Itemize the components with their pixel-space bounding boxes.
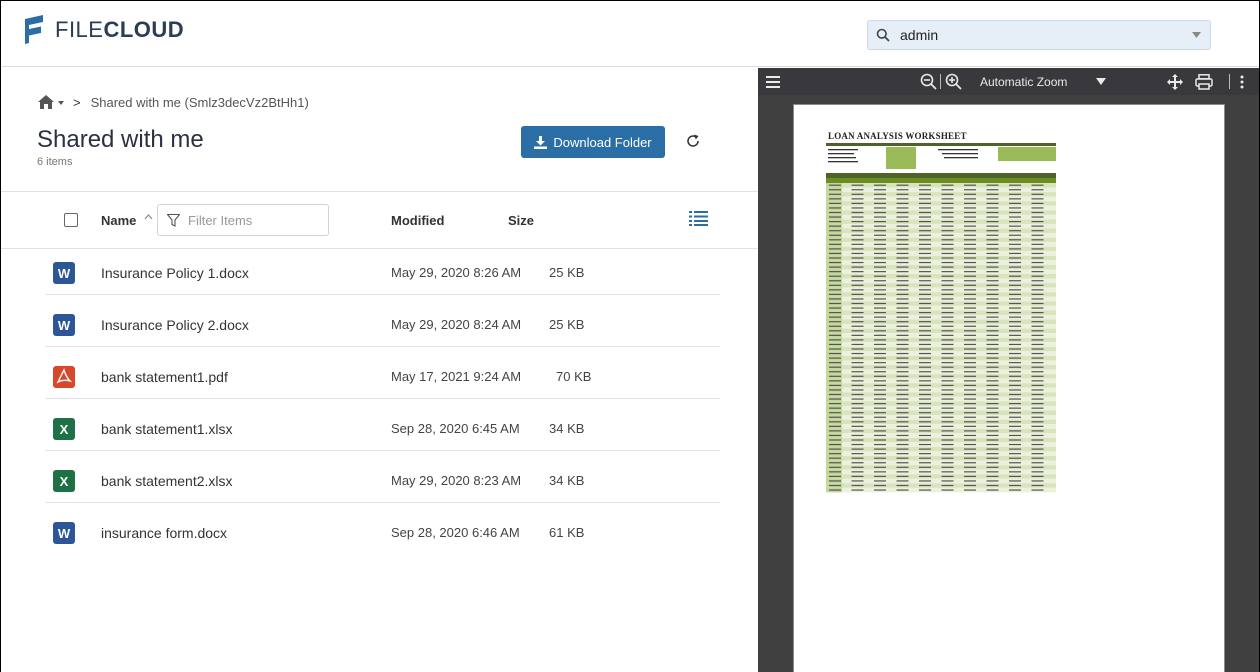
file-modified: May 29, 2020 8:23 AM — [391, 473, 522, 488]
breadcrumb-separator: > — [73, 94, 81, 110]
file-name[interactable]: bank statement1.pdf — [101, 369, 228, 385]
file-modified: Sep 28, 2020 6:46 AM — [391, 525, 520, 540]
document-title: LOAN ANALYSIS WORKSHEET — [828, 131, 967, 141]
svg-text:X: X — [60, 422, 69, 437]
file-size: 34 KB — [549, 421, 585, 436]
zoom-select[interactable]: Automatic Zoom — [980, 68, 1067, 95]
svg-text:W: W — [58, 526, 71, 541]
home-icon[interactable] — [37, 94, 65, 110]
file-modified: May 29, 2020 8:26 AM — [391, 265, 522, 280]
row-divider — [45, 502, 720, 503]
top-header: FILECLOUD admin — [1, 1, 1259, 67]
row-divider — [45, 294, 720, 295]
breadcrumb-current[interactable]: Shared with me (Smlz3decVz2BtHh1) — [91, 95, 309, 110]
filter-items-input[interactable] — [188, 212, 318, 228]
toolbar-divider — [940, 74, 941, 89]
logo-wordmark: FILECLOUD — [55, 17, 185, 42]
document-preview-pane: Automatic Zoom LOAN ANALYSIS WORKSHEET — [758, 68, 1259, 672]
row-divider — [45, 346, 720, 347]
file-row[interactable]: X bank statement2.xlsx May 29, 2020 8:23… — [1, 459, 758, 503]
file-browser-pane: > Shared with me (Smlz3decVz2BtHh1) Shar… — [1, 68, 758, 672]
file-name[interactable]: bank statement1.xlsx — [101, 421, 233, 437]
word-file-icon: W — [53, 262, 75, 284]
file-row[interactable]: W Insurance Policy 1.docx May 29, 2020 8… — [1, 251, 758, 295]
file-row[interactable]: W insurance form.docx Sep 28, 2020 6:46 … — [1, 511, 758, 555]
zoom-out-icon[interactable] — [920, 68, 937, 95]
breadcrumb: > Shared with me (Smlz3decVz2BtHh1) — [37, 94, 309, 110]
download-folder-button[interactable]: Download Folder — [521, 126, 665, 158]
file-name[interactable]: insurance form.docx — [101, 525, 227, 541]
svg-text:X: X — [60, 474, 69, 489]
sort-chevron-up-icon[interactable] — [144, 212, 153, 224]
more-options-icon[interactable] — [1240, 68, 1244, 95]
filecloud-logo[interactable]: FILECLOUD — [23, 15, 184, 45]
filecloud-logo-icon — [25, 15, 43, 44]
file-name[interactable]: bank statement2.xlsx — [101, 473, 233, 489]
pdf-page[interactable]: LOAN ANALYSIS WORKSHEET — [793, 104, 1225, 672]
download-folder-label: Download Folder — [553, 134, 652, 150]
file-name[interactable]: Insurance Policy 1.docx — [101, 265, 249, 281]
file-name[interactable]: Insurance Policy 2.docx — [101, 317, 249, 333]
file-modified: May 29, 2020 8:24 AM — [391, 317, 522, 332]
user-search-select[interactable]: admin — [867, 20, 1211, 50]
download-icon — [534, 135, 548, 149]
file-row[interactable]: bank statement1.pdf May 17, 2021 9:24 AM… — [1, 355, 758, 399]
user-search-value[interactable]: admin — [898, 27, 1182, 43]
item-count: 6 items — [37, 156, 73, 168]
file-modified: May 17, 2021 9:24 AM — [391, 369, 522, 384]
column-size-header[interactable]: Size — [508, 213, 534, 228]
word-file-icon: W — [53, 314, 75, 336]
file-size: 61 KB — [549, 525, 585, 540]
chevron-down-icon[interactable] — [1182, 32, 1210, 38]
column-modified-header[interactable]: Modified — [391, 213, 444, 228]
sidebar-toggle-icon[interactable] — [766, 68, 780, 95]
file-size: 25 KB — [549, 265, 585, 280]
word-file-icon: W — [53, 522, 75, 544]
viewer-toolbar: Automatic Zoom — [758, 68, 1259, 95]
loan-worksheet-thumbnail — [826, 143, 1056, 493]
column-name-header[interactable]: Name — [101, 213, 136, 228]
filter-icon — [158, 213, 188, 227]
zoom-dropdown-icon[interactable] — [1096, 68, 1106, 95]
list-view-icon[interactable] — [689, 210, 708, 231]
filter-items-field[interactable] — [157, 204, 329, 236]
print-icon[interactable] — [1195, 68, 1213, 95]
file-list: W Insurance Policy 1.docx May 29, 2020 8… — [1, 251, 758, 555]
toolbar-divider — [1229, 74, 1230, 89]
file-row[interactable]: X bank statement1.xlsx Sep 28, 2020 6:45… — [1, 407, 758, 451]
zoom-in-icon[interactable] — [945, 68, 962, 95]
row-divider — [45, 450, 720, 451]
list-header: Name Modified Size — [1, 191, 758, 249]
refresh-icon[interactable] — [686, 134, 700, 153]
search-icon — [868, 28, 898, 42]
file-row[interactable]: W Insurance Policy 2.docx May 29, 2020 8… — [1, 303, 758, 347]
svg-text:W: W — [58, 318, 71, 333]
select-all-checkbox[interactable] — [64, 213, 78, 227]
excel-file-icon: X — [53, 470, 75, 492]
pdf-file-icon — [53, 366, 75, 388]
file-size: 34 KB — [549, 473, 585, 488]
row-divider — [45, 398, 720, 399]
page-title: Shared with me — [37, 126, 204, 153]
excel-file-icon: X — [53, 418, 75, 440]
svg-text:W: W — [58, 266, 71, 281]
file-modified: Sep 28, 2020 6:45 AM — [391, 421, 520, 436]
file-size: 70 KB — [556, 369, 592, 384]
file-size: 25 KB — [549, 317, 585, 332]
move-icon[interactable] — [1167, 68, 1183, 95]
